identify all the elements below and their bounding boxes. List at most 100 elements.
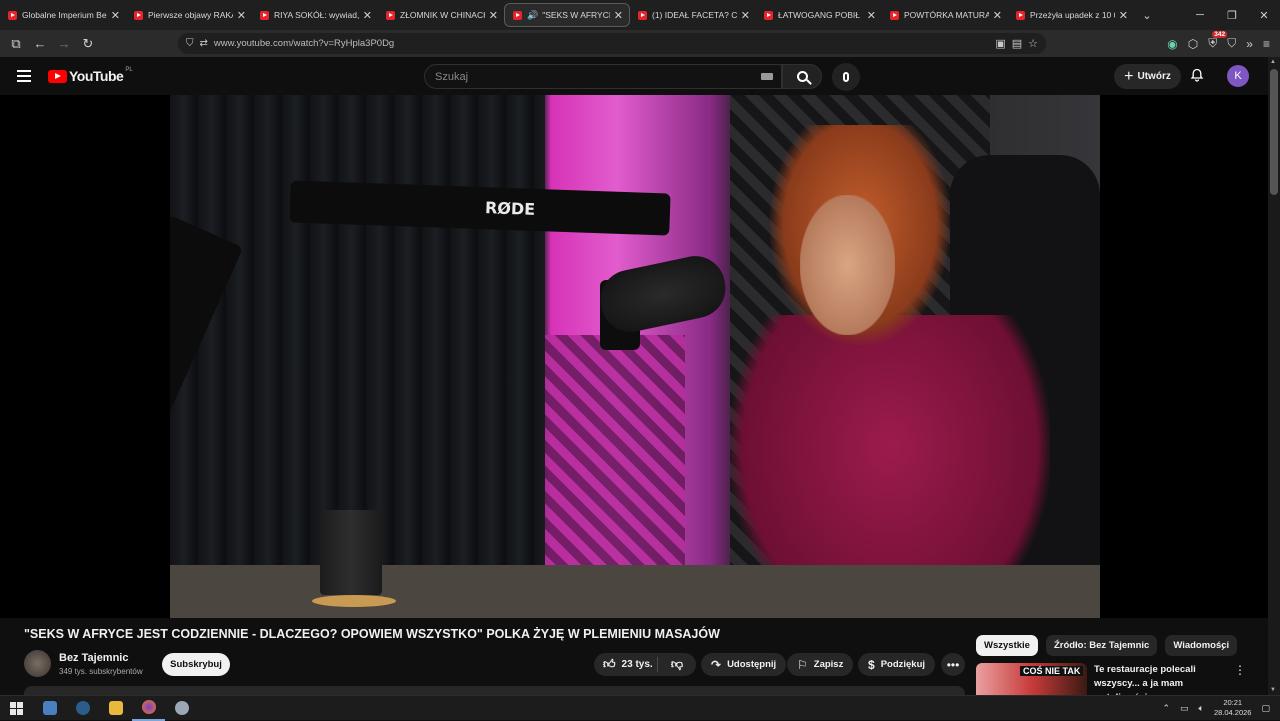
shield-icon[interactable]: ⛉ xyxy=(1227,36,1236,51)
chevron-right-icon[interactable]: › xyxy=(1221,640,1225,654)
like-count: 23 tys. xyxy=(621,659,653,670)
windows-taskbar: ⌃ ▭ 🔈︎ 20:21 28.04.2026 ▢ xyxy=(0,695,1280,721)
video-player[interactable]: RØDE RØDE xyxy=(0,95,1268,618)
hamburger-menu-icon[interactable] xyxy=(17,70,31,82)
microphone-icon xyxy=(843,72,849,82)
taskbar-app-monitor[interactable] xyxy=(33,696,66,721)
youtube-play-icon xyxy=(48,69,67,83)
share-button[interactable]: ↷ Udostępnij xyxy=(701,653,787,676)
reload-icon[interactable]: ↻ xyxy=(76,36,100,52)
share-label: Udostępnij xyxy=(727,659,777,670)
vpn-extension-icon[interactable]: ◉ xyxy=(1167,37,1177,51)
thanks-button[interactable]: $ Podziękuj xyxy=(858,653,936,676)
browser-tab[interactable]: POWTÓRKA MATURALN ✕ xyxy=(882,3,1008,27)
video-frame[interactable]: RØDE RØDE xyxy=(170,95,1100,618)
browser-tab[interactable]: RIYA SOKÓŁ: wywiad, pie ✕ xyxy=(252,3,378,27)
window-controls: ─ ❐ ✕ xyxy=(1184,9,1280,22)
tab-title: ZŁOMNIK W CHINACH # xyxy=(400,10,485,20)
youtube-favicon-icon xyxy=(386,10,395,20)
channel-name[interactable]: Bez Tajemnic xyxy=(59,652,129,664)
close-tab-icon[interactable]: ✕ xyxy=(363,9,372,22)
site-info-icon[interactable]: ⛉ xyxy=(186,38,194,49)
volume-icon[interactable]: 🔈︎ xyxy=(1199,703,1204,714)
create-button[interactable]: + Utwórz xyxy=(1114,64,1181,89)
browser-tab[interactable]: Przeżyła upadek z 10 00 ✕ xyxy=(1008,3,1134,27)
overflow-chevron-icon[interactable]: » xyxy=(1246,37,1253,51)
search-button[interactable] xyxy=(782,64,822,89)
dislike-button[interactable]: 👎︎ xyxy=(658,657,696,672)
menu-icon[interactable]: ≡ xyxy=(1263,37,1270,51)
tab-actions-icon[interactable]: ⧉ xyxy=(4,36,28,52)
forward-icon[interactable]: → xyxy=(52,36,76,51)
channel-avatar[interactable] xyxy=(24,650,51,677)
back-icon[interactable]: ← xyxy=(28,36,52,51)
voice-search-button[interactable] xyxy=(832,63,860,91)
browser-tab[interactable]: ŁATWOGANG POBIŁ REK ✕ xyxy=(756,3,882,27)
taskbar-app-steam[interactable] xyxy=(66,696,99,721)
system-tray: ⌃ ▭ 🔈︎ 20:21 28.04.2026 ▢ xyxy=(1162,698,1280,718)
scroll-down-icon[interactable]: ▼ xyxy=(1270,687,1276,693)
close-tab-icon[interactable]: ✕ xyxy=(741,9,750,22)
speaker-icon[interactable]: 🔊 xyxy=(527,10,538,21)
taskbar-app-explorer[interactable] xyxy=(99,696,132,721)
close-tab-icon[interactable]: ✕ xyxy=(867,9,876,22)
network-icon[interactable]: ▭ xyxy=(1180,703,1189,714)
tray-chevron-icon[interactable]: ⌃ xyxy=(1162,703,1170,714)
monitor-app-icon xyxy=(42,701,57,715)
minimize-icon[interactable]: ─ xyxy=(1184,9,1216,22)
more-actions-button[interactable]: ••• xyxy=(941,653,965,676)
thanks-label: Podziękuj xyxy=(880,659,926,670)
scroll-up-icon[interactable]: ▲ xyxy=(1270,59,1276,65)
clock[interactable]: 20:21 28.04.2026 xyxy=(1214,698,1252,718)
tracking-protection-icon[interactable]: ⇄ xyxy=(200,38,208,49)
taskbar-app-other[interactable] xyxy=(165,696,198,721)
recommendation-menu-icon[interactable]: ⋮ xyxy=(1234,663,1246,677)
picture-in-picture-icon[interactable]: ▣ xyxy=(995,37,1005,50)
close-tab-icon[interactable]: ✕ xyxy=(1119,9,1128,22)
url-text[interactable]: www.youtube.com/watch?v=RyHpla3P0Dg xyxy=(214,38,394,49)
extensions-icon[interactable]: ⬡ xyxy=(1188,37,1198,51)
search-input[interactable]: Szukaj xyxy=(424,64,782,89)
browser-tab[interactable]: ZŁOMNIK W CHINACH # ✕ xyxy=(378,3,504,27)
scene-cup xyxy=(320,510,382,595)
page-scrollbar[interactable]: ▲ ▼ xyxy=(1268,57,1280,695)
bookmark-star-icon[interactable]: ☆ xyxy=(1028,37,1038,50)
close-window-icon[interactable]: ✕ xyxy=(1248,9,1280,22)
like-button[interactable]: 👍︎ 23 tys. xyxy=(594,657,658,672)
notifications-bell-icon[interactable] xyxy=(1190,68,1204,82)
address-bar[interactable]: ⛉ ⇄ www.youtube.com/watch?v=RyHpla3P0Dg … xyxy=(178,33,1046,54)
share-icon: ↷ xyxy=(711,657,722,672)
chip-news[interactable]: Wiadomości xyxy=(1165,635,1238,656)
close-tab-icon[interactable]: ✕ xyxy=(993,9,1002,22)
keyboard-icon[interactable] xyxy=(761,73,773,80)
close-tab-icon[interactable]: ✕ xyxy=(614,9,623,22)
browser-tab[interactable]: Pierwsze objawy RAKA P ✕ xyxy=(126,3,252,27)
youtube-favicon-icon xyxy=(8,10,17,20)
scene-mic-head xyxy=(594,250,732,338)
subscribe-button[interactable]: Subskrybuj xyxy=(162,653,230,676)
thumbnail-text: COŚ NIE TAK xyxy=(1020,666,1084,676)
channel-subscribers: 349 tys. subskrybentów xyxy=(59,667,143,676)
browser-tab[interactable]: Globalne Imperium Bezk ✕ xyxy=(0,3,126,27)
scrollbar-thumb[interactable] xyxy=(1270,69,1278,195)
description-box[interactable] xyxy=(24,686,965,695)
close-tab-icon[interactable]: ✕ xyxy=(237,9,246,22)
restore-icon[interactable]: ❐ xyxy=(1216,9,1248,22)
youtube-logo[interactable]: YouTube PL xyxy=(48,67,133,84)
adblock-extension-icon[interactable]: ⛨ 342 xyxy=(1208,31,1228,51)
avatar[interactable]: K xyxy=(1227,65,1249,87)
save-button[interactable]: ⚐ Zapisz xyxy=(787,653,854,676)
browser-tab[interactable]: (1) IDEAŁ FACETA? CZEG ✕ xyxy=(630,3,756,27)
chip-all[interactable]: Wszystkie xyxy=(976,635,1038,656)
recommendation-thumbnail[interactable]: COŚ NIE TAK xyxy=(976,663,1087,695)
reader-view-icon[interactable]: ▤ xyxy=(1012,37,1022,50)
youtube-favicon-icon xyxy=(260,10,269,20)
close-tab-icon[interactable]: ✕ xyxy=(489,9,498,22)
chip-source-channel[interactable]: Źródło: Bez Tajemnic xyxy=(1045,635,1158,656)
notifications-icon[interactable]: ▢ xyxy=(1261,703,1270,714)
close-tab-icon[interactable]: ✕ xyxy=(111,9,120,22)
taskbar-app-firefox[interactable] xyxy=(132,696,165,721)
tab-list-chevron-icon[interactable]: ⌄ xyxy=(1134,9,1160,22)
start-button[interactable] xyxy=(0,696,33,721)
browser-tab-active[interactable]: 🔊 "SEKS W AFRYCE JES ✕ xyxy=(504,3,630,27)
